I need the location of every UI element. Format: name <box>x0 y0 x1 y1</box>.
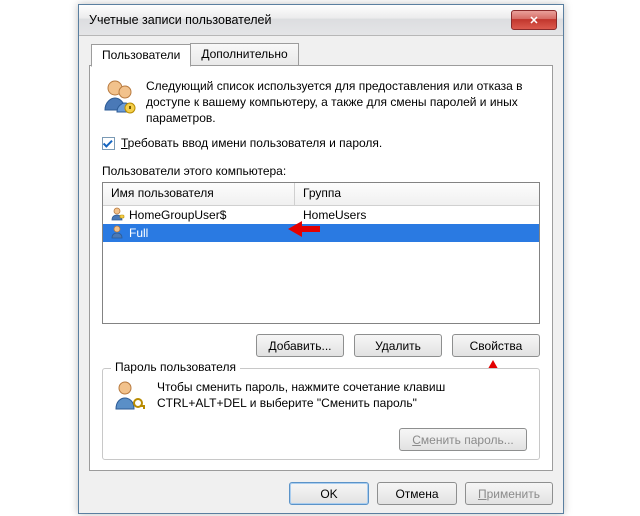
require-login-label: Требовать ввод имени пользователя и паро… <box>121 136 382 150</box>
window-title: Учетные записи пользователей <box>89 13 511 27</box>
col-group[interactable]: Группа <box>295 183 539 205</box>
require-login-checkbox[interactable] <box>102 137 115 150</box>
tabstrip: Пользователи Дополнительно <box>91 43 298 65</box>
require-login-row[interactable]: Требовать ввод имени пользователя и паро… <box>102 136 382 150</box>
close-icon: ✕ <box>529 14 538 27</box>
users-listview[interactable]: Имя пользователя Группа HomeGroupUser$ <box>102 182 540 324</box>
password-group-legend: Пароль пользователя <box>111 360 240 374</box>
dialog-buttons: OK Отмена Применить <box>289 482 553 505</box>
cancel-button[interactable]: Отмена <box>377 482 457 505</box>
tab-advanced[interactable]: Дополнительно <box>190 43 298 65</box>
tabpanel-users: Следующий список используется для предос… <box>89 65 553 471</box>
ok-button[interactable]: OK <box>289 482 369 505</box>
cell-username: HomeGroupUser$ <box>129 208 226 222</box>
password-groupbox: Пароль пользователя Чтобы сменить пароль… <box>102 368 540 460</box>
annotation-arrow-row <box>288 218 322 240</box>
tab-users[interactable]: Пользователи <box>91 44 191 67</box>
intro-text: Следующий список используется для предос… <box>146 78 540 127</box>
change-password-button: Сменить пароль... <box>399 428 527 451</box>
titlebar[interactable]: Учетные записи пользователей ✕ <box>79 5 563 36</box>
col-username[interactable]: Имя пользователя <box>103 183 295 205</box>
intro-row: Следующий список используется для предос… <box>102 78 540 127</box>
close-button[interactable]: ✕ <box>511 10 557 30</box>
properties-button[interactable]: Свойства <box>452 334 540 357</box>
list-button-row: Добавить... Удалить Свойства <box>256 334 540 357</box>
apply-button: Применить <box>465 482 553 505</box>
add-button[interactable]: Добавить... <box>256 334 344 357</box>
client-area: Пользователи Дополнительно Следующий спи… <box>79 36 563 513</box>
users-icon <box>102 78 136 127</box>
cell-username: Full <box>129 226 148 240</box>
user-accounts-dialog: Учетные записи пользователей ✕ Пользоват… <box>78 4 564 514</box>
remove-button[interactable]: Удалить <box>354 334 442 357</box>
users-list-label: Пользователи этого компьютера: <box>102 164 286 178</box>
user-icon <box>111 225 125 242</box>
user-key-icon <box>113 379 147 449</box>
listview-header: Имя пользователя Группа <box>103 183 539 206</box>
user-icon <box>111 207 125 224</box>
